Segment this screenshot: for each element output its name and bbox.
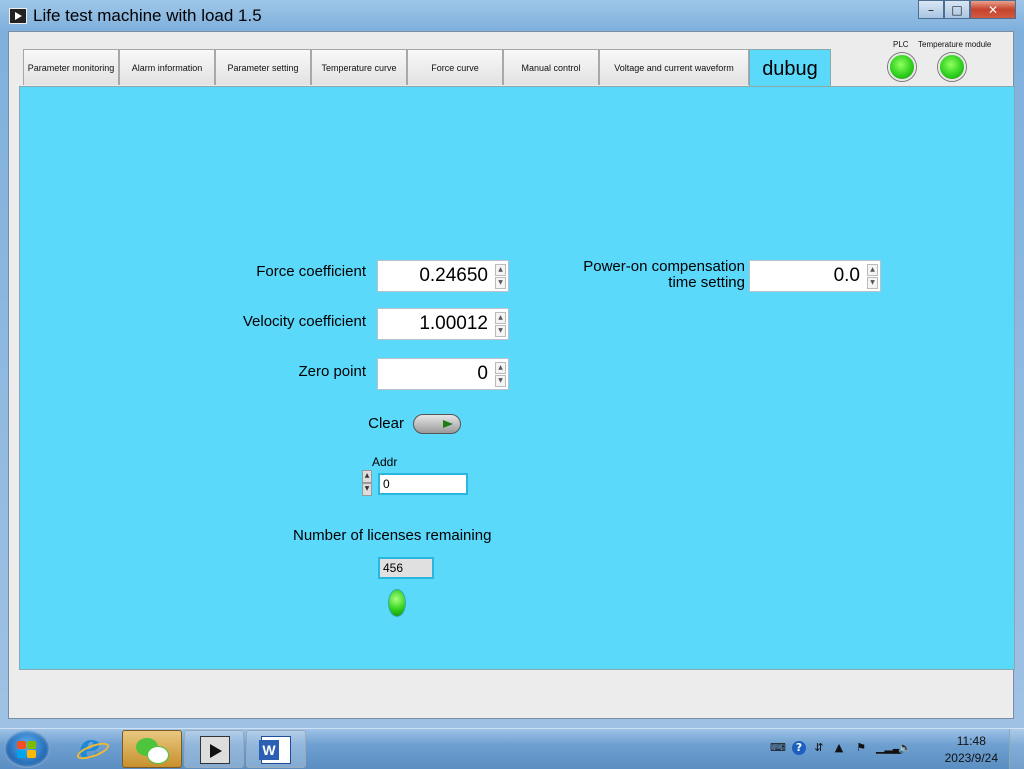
force-coefficient-field[interactable]: 0.24650 ▲ ▼ — [377, 260, 509, 292]
power-on-label-line2: time setting — [668, 274, 745, 291]
velocity-coefficient-value: 1.00012 — [419, 313, 488, 334]
labview-vi-icon — [200, 736, 230, 764]
wechat-icon — [136, 736, 169, 764]
plc-label: PLC — [893, 40, 909, 49]
tab-voltage-current-waveform[interactable]: Voltage and current waveform — [599, 49, 749, 85]
spin-up-icon[interactable]: ▲ — [495, 264, 506, 276]
power-on-compensation-spinner[interactable]: ▲ ▼ — [867, 264, 878, 289]
power-on-compensation-field[interactable]: 0.0 ▲ ▼ — [749, 260, 881, 292]
start-button[interactable] — [4, 730, 50, 768]
taskbar-word[interactable] — [246, 730, 306, 768]
spin-up-icon[interactable]: ▲ — [495, 312, 506, 324]
zero-point-spinner[interactable]: ▲ ▼ — [495, 362, 506, 387]
tab-alarm-information[interactable]: Alarm information — [119, 49, 215, 85]
spin-down-icon[interactable]: ▼ — [867, 277, 878, 289]
clock-time: 11:48 — [956, 734, 986, 748]
zero-point-field[interactable]: 0 ▲ ▼ — [377, 358, 509, 390]
ime-icon[interactable]: ⇵ — [812, 741, 826, 755]
maximize-button[interactable]: □ — [944, 0, 970, 19]
spin-down-icon[interactable]: ▼ — [495, 325, 506, 337]
force-coefficient-value: 0.24650 — [419, 265, 488, 286]
license-status-led — [388, 589, 406, 617]
plc-status-led — [888, 53, 916, 81]
force-coefficient-label: Force coefficient — [256, 263, 366, 280]
addr-label: Addr — [372, 455, 398, 469]
clock-date: 2023/9/24 — [944, 751, 998, 765]
show-hidden-icons-icon[interactable]: ▲ — [832, 741, 846, 755]
clear-label: Clear — [368, 415, 404, 432]
minimize-button[interactable]: – — [918, 0, 944, 19]
close-button[interactable]: ✕ — [970, 0, 1016, 19]
network-signal-icon[interactable]: ▁▂▃ — [876, 741, 901, 755]
show-desktop-button[interactable] — [1009, 729, 1024, 769]
action-center-flag-icon[interactable]: ⚑ — [854, 741, 868, 755]
spin-down-icon[interactable]: ▼ — [495, 375, 506, 387]
clear-toggle-button[interactable] — [413, 414, 461, 434]
spin-down-icon[interactable]: ▼ — [495, 277, 506, 289]
tab-manual-control[interactable]: Manual control — [503, 49, 599, 85]
tab-dubug[interactable]: dubug — [749, 49, 831, 87]
spin-down-icon[interactable]: ▼ — [362, 483, 372, 496]
tab-parameter-setting[interactable]: Parameter setting — [215, 49, 311, 85]
client-area: Parameter monitoring Alarm information P… — [8, 31, 1015, 719]
taskbar-internet-explorer[interactable] — [60, 727, 120, 768]
taskbar: ⌨ ? ⇵ ▲ ⚑ ▁▂▃ 🔈 11:48 2023/9/24 — [0, 727, 1024, 769]
system-tray: ⌨ ? ⇵ ▲ ⚑ ▁▂▃ 🔈 11:48 2023/9/24 — [764, 729, 1024, 769]
window-title: Life test machine with load 1.5 — [33, 6, 262, 25]
help-icon[interactable]: ? — [792, 741, 806, 755]
spin-up-icon[interactable]: ▲ — [867, 264, 878, 276]
velocity-coefficient-field[interactable]: 1.00012 ▲ ▼ — [377, 308, 509, 340]
tab-parameter-monitoring[interactable]: Parameter monitoring — [23, 49, 119, 85]
zero-point-label: Zero point — [298, 363, 366, 380]
power-on-compensation-value: 0.0 — [833, 265, 860, 286]
taskbar-labview-app[interactable] — [184, 730, 244, 768]
taskbar-wechat[interactable] — [122, 730, 182, 768]
power-on-compensation-label: Power-on compensation time setting — [540, 259, 745, 291]
dubug-panel: Force coefficient 0.24650 ▲ ▼ Velocity c… — [19, 86, 1015, 670]
zero-point-value: 0 — [477, 363, 488, 384]
velocity-coefficient-spinner[interactable]: ▲ ▼ — [495, 312, 506, 337]
title-bar[interactable]: Life test machine with load 1.5 – □ ✕ — [0, 0, 1024, 32]
addr-input[interactable]: 0 — [378, 473, 468, 495]
internet-explorer-icon — [76, 727, 106, 767]
force-coefficient-spinner[interactable]: ▲ ▼ — [495, 264, 506, 289]
word-icon — [259, 736, 291, 764]
addr-spinner[interactable]: ▲ ▼ — [362, 470, 372, 496]
keyboard-icon[interactable]: ⌨ — [770, 741, 786, 755]
licenses-remaining-value: 456 — [378, 557, 434, 579]
spin-up-icon[interactable]: ▲ — [495, 362, 506, 374]
app-window: Life test machine with load 1.5 – □ ✕ Pa… — [0, 0, 1024, 728]
spin-up-icon[interactable]: ▲ — [362, 470, 372, 483]
system-clock[interactable]: 11:48 2023/9/24 — [945, 733, 998, 767]
volume-icon[interactable]: 🔈 — [898, 741, 912, 755]
tab-temperature-curve[interactable]: Temperature curve — [311, 49, 407, 85]
tab-force-curve[interactable]: Force curve — [407, 49, 503, 85]
licenses-remaining-label: Number of licenses remaining — [293, 527, 492, 544]
temperature-module-led — [938, 53, 966, 81]
power-on-label-line1: Power-on compensation — [583, 258, 745, 275]
temperature-module-label: Temperature module — [918, 40, 992, 49]
velocity-coefficient-label: Velocity coefficient — [242, 313, 366, 330]
caption-buttons: – □ ✕ — [918, 0, 1016, 20]
tab-strip: Parameter monitoring Alarm information P… — [23, 49, 831, 87]
app-icon — [9, 8, 27, 24]
